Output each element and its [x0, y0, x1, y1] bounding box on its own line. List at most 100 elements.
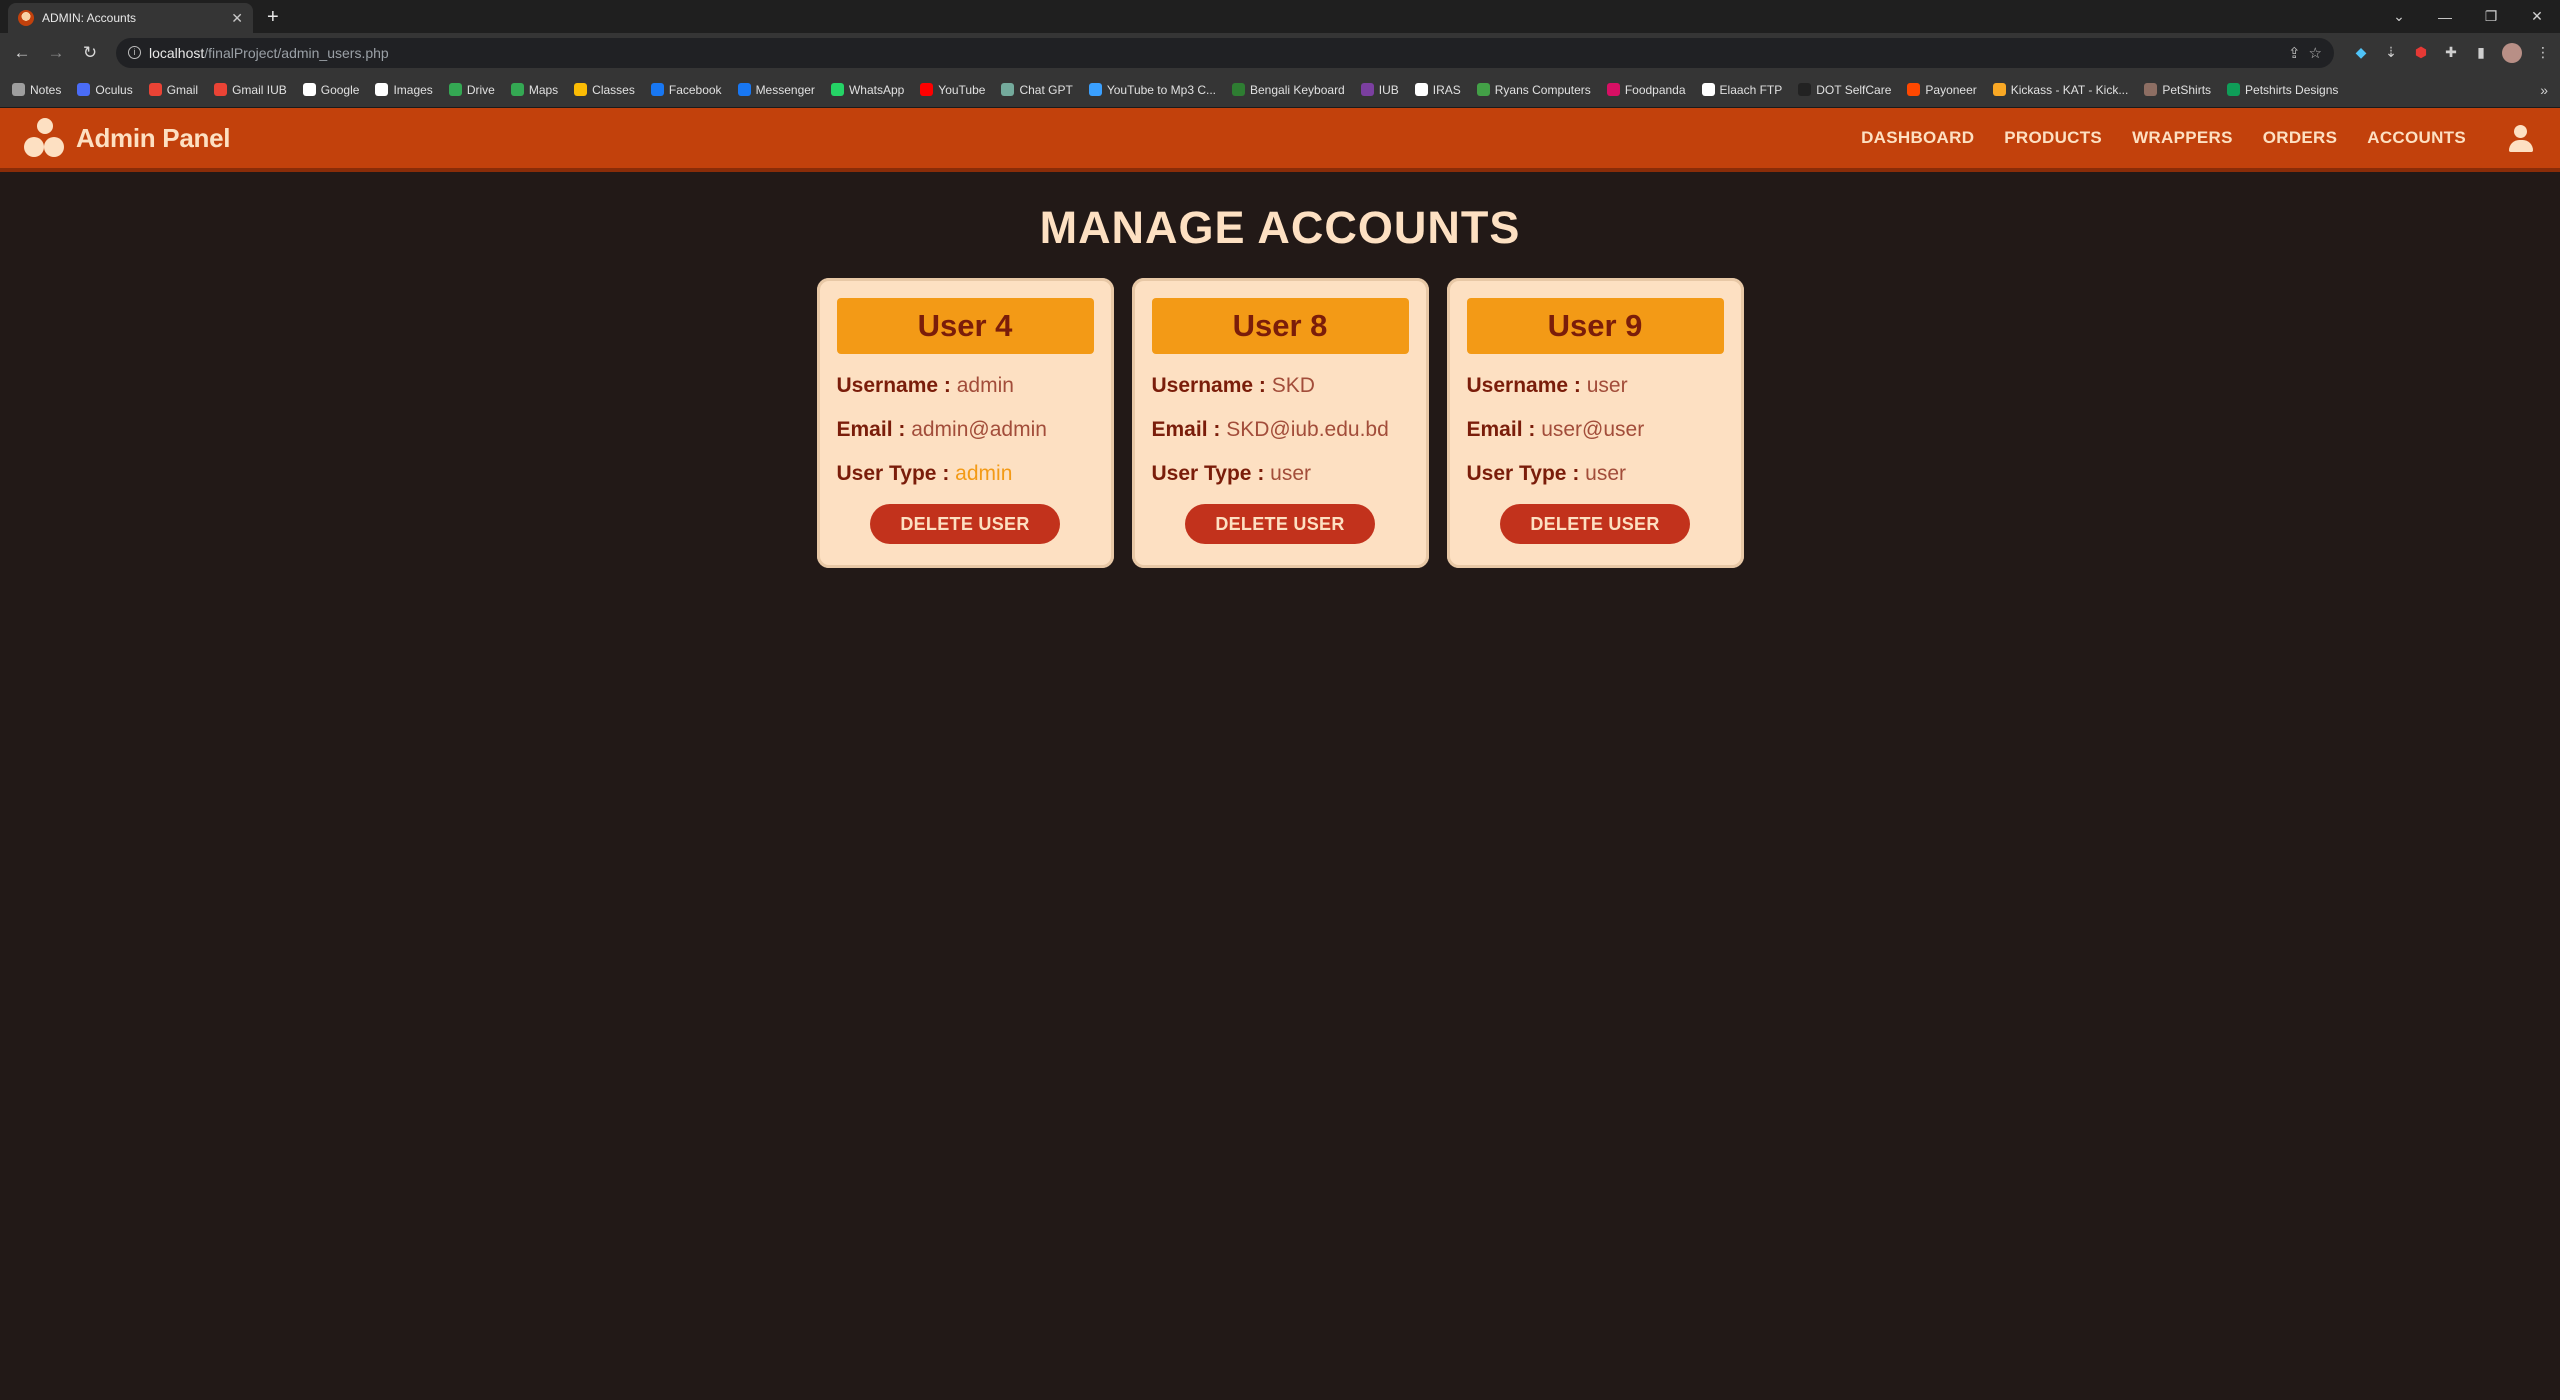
browser-menu-icon[interactable]: ⋮ — [2534, 44, 2552, 61]
bookmark-item[interactable]: Google — [302, 82, 360, 97]
user-card-heading: User 9 — [1466, 298, 1724, 354]
bookmark-label: Oculus — [95, 82, 133, 97]
bookmark-item[interactable]: IRAS — [1414, 82, 1461, 97]
username-label: Username : — [836, 374, 951, 397]
url-path: /finalProject/admin_users.php — [204, 44, 389, 61]
bookmark-favicon-icon — [1701, 83, 1715, 96]
bookmark-favicon-icon — [650, 83, 664, 96]
bookmark-label: IUB — [1378, 82, 1399, 97]
close-window-icon[interactable]: ✕ — [2514, 8, 2560, 25]
bookmark-item[interactable]: Kickass - KAT - Kick... — [1992, 82, 2129, 97]
user-type-field: User Type : user — [1152, 462, 1409, 486]
bookmark-item[interactable]: DOT SelfCare — [1798, 83, 1891, 97]
delete-user-button[interactable]: DELETE USER — [1500, 504, 1690, 544]
delete-user-button[interactable]: DELETE USER — [1185, 504, 1375, 544]
bookmark-item[interactable]: Gmail IUB — [214, 83, 287, 97]
back-icon[interactable]: ← — [8, 43, 36, 63]
bookmark-item[interactable]: Petshirts Designs — [2227, 83, 2338, 97]
bookmark-favicon-icon — [1798, 83, 1812, 96]
minimize-icon[interactable]: — — [2422, 9, 2468, 25]
bookmark-item[interactable]: PetShirts — [2144, 83, 2211, 97]
tab-search-icon[interactable]: ⌄ — [2376, 8, 2422, 25]
bookmark-label: Elaach FTP — [1719, 82, 1783, 97]
nav-wrappers[interactable]: WRAPPERS — [2132, 128, 2233, 148]
bookmark-favicon-icon — [510, 83, 524, 96]
bookmark-label: Classes — [592, 82, 635, 97]
page-title: MANAGE ACCOUNTS — [1039, 202, 1521, 253]
email-label: Email : — [1466, 418, 1536, 441]
forward-icon[interactable]: → — [42, 43, 70, 63]
extension-shield-icon[interactable]: ⬢ — [2412, 44, 2430, 61]
username-label: Username : — [1151, 374, 1266, 397]
user-card: User 4 Username : admin Email : admin@ad… — [816, 278, 1114, 568]
user-icon[interactable] — [2506, 123, 2536, 153]
bookmark-item[interactable]: Drive — [448, 82, 495, 97]
bookmark-item[interactable]: Messenger — [737, 82, 815, 97]
site-info-icon[interactable]: i — [128, 46, 141, 59]
bookmark-item[interactable]: Oculus — [77, 82, 133, 97]
bookmark-label: Foodpanda — [1624, 82, 1686, 97]
nav-accounts[interactable]: ACCOUNTS — [2367, 128, 2466, 148]
bookmark-item[interactable]: Foodpanda — [1606, 82, 1686, 97]
bookmark-item[interactable]: IUB — [1360, 82, 1399, 97]
url-text[interactable]: localhost/finalProject/admin_users.php — [149, 45, 2280, 61]
profile-avatar[interactable] — [2502, 42, 2522, 63]
bookmark-item[interactable]: Gmail — [148, 83, 198, 97]
bookmark-item[interactable]: WhatsApp — [830, 83, 904, 97]
bookmark-item[interactable]: Payoneer — [1907, 83, 1977, 97]
nav-orders[interactable]: ORDERS — [2263, 128, 2338, 148]
bookmark-item[interactable]: Images — [375, 83, 433, 97]
bookmark-item[interactable]: YouTube to Mp3 C... — [1088, 83, 1216, 97]
nav-dashboard[interactable]: DASHBOARD — [1861, 128, 1974, 148]
bookmark-item[interactable]: Classes — [574, 83, 635, 97]
bookmark-label: Ryans Computers — [1494, 82, 1591, 97]
delete-user-button[interactable]: DELETE USER — [870, 504, 1060, 544]
user-type-value: user — [1585, 462, 1627, 485]
bookmark-favicon-icon — [2227, 83, 2241, 96]
restore-icon[interactable]: ❐ — [2468, 8, 2514, 25]
email-label: Email : — [1151, 418, 1221, 441]
bookmark-favicon-icon — [1360, 83, 1374, 96]
email-field: Email : user@user — [1467, 418, 1724, 442]
email-value: admin@admin — [911, 418, 1047, 441]
nav-products[interactable]: PRODUCTS — [2004, 128, 2102, 148]
bookmark-label: PetShirts — [2162, 82, 2212, 97]
bookmark-item[interactable]: Maps — [510, 83, 558, 97]
bookmark-star-icon[interactable]: ☆ — [2309, 44, 2322, 62]
bookmark-favicon-icon — [1232, 83, 1245, 96]
bookmark-item[interactable]: Bengali Keyboard — [1232, 83, 1345, 97]
user-type-label: User Type : — [1466, 462, 1580, 485]
bookmark-item[interactable]: Elaach FTP — [1701, 82, 1783, 97]
share-icon[interactable]: ⇪ — [2288, 44, 2301, 62]
email-value: SKD@iub.edu.bd — [1226, 418, 1389, 441]
tab-close-icon[interactable]: ✕ — [231, 10, 243, 27]
bookmark-item[interactable]: Chat GPT — [1001, 83, 1073, 97]
bookmark-label: Messenger — [755, 82, 815, 97]
extension-diamond-icon[interactable]: ◆ — [2352, 44, 2370, 61]
bookmark-item[interactable]: Facebook — [650, 83, 722, 97]
bookmark-item[interactable]: YouTube — [920, 83, 985, 97]
address-bar[interactable]: i localhost/finalProject/admin_users.php… — [116, 37, 2334, 68]
username-value: SKD — [1271, 374, 1315, 397]
new-tab-icon[interactable]: + — [267, 6, 279, 29]
browser-toolbar: ← → ↻ i localhost/finalProject/admin_use… — [0, 33, 2560, 72]
extension-arrow-icon[interactable]: ⇣ — [2382, 44, 2400, 61]
user-card: User 8 Username : SKD Email : SKD@iub.ed… — [1131, 278, 1429, 568]
browser-tab-active[interactable]: ADMIN: Accounts ✕ — [8, 3, 253, 33]
bookmark-label: IRAS — [1432, 82, 1461, 97]
accounts-grid: User 4 Username : admin Email : admin@ad… — [0, 278, 2560, 568]
extensions-puzzle-icon[interactable]: ✚ — [2442, 44, 2460, 61]
side-panel-icon[interactable]: ▮ — [2472, 44, 2490, 61]
bookmark-item[interactable]: Ryans Computers — [1476, 82, 1591, 97]
bookmark-label: Kickass - KAT - Kick... — [2010, 82, 2129, 97]
bookmarks-overflow-icon[interactable]: » — [2540, 82, 2548, 98]
brand[interactable]: Admin Panel — [24, 118, 230, 158]
url-host: localhost — [149, 44, 205, 61]
bookmark-item[interactable]: Notes — [12, 83, 61, 97]
bookmark-label: Google — [320, 82, 360, 97]
bookmark-label: DOT SelfCare — [1816, 82, 1892, 97]
tab-favicon-icon — [18, 10, 34, 26]
reload-icon[interactable]: ↻ — [76, 43, 104, 63]
username-value: admin — [956, 374, 1014, 397]
bookmark-label: Drive — [466, 82, 495, 97]
